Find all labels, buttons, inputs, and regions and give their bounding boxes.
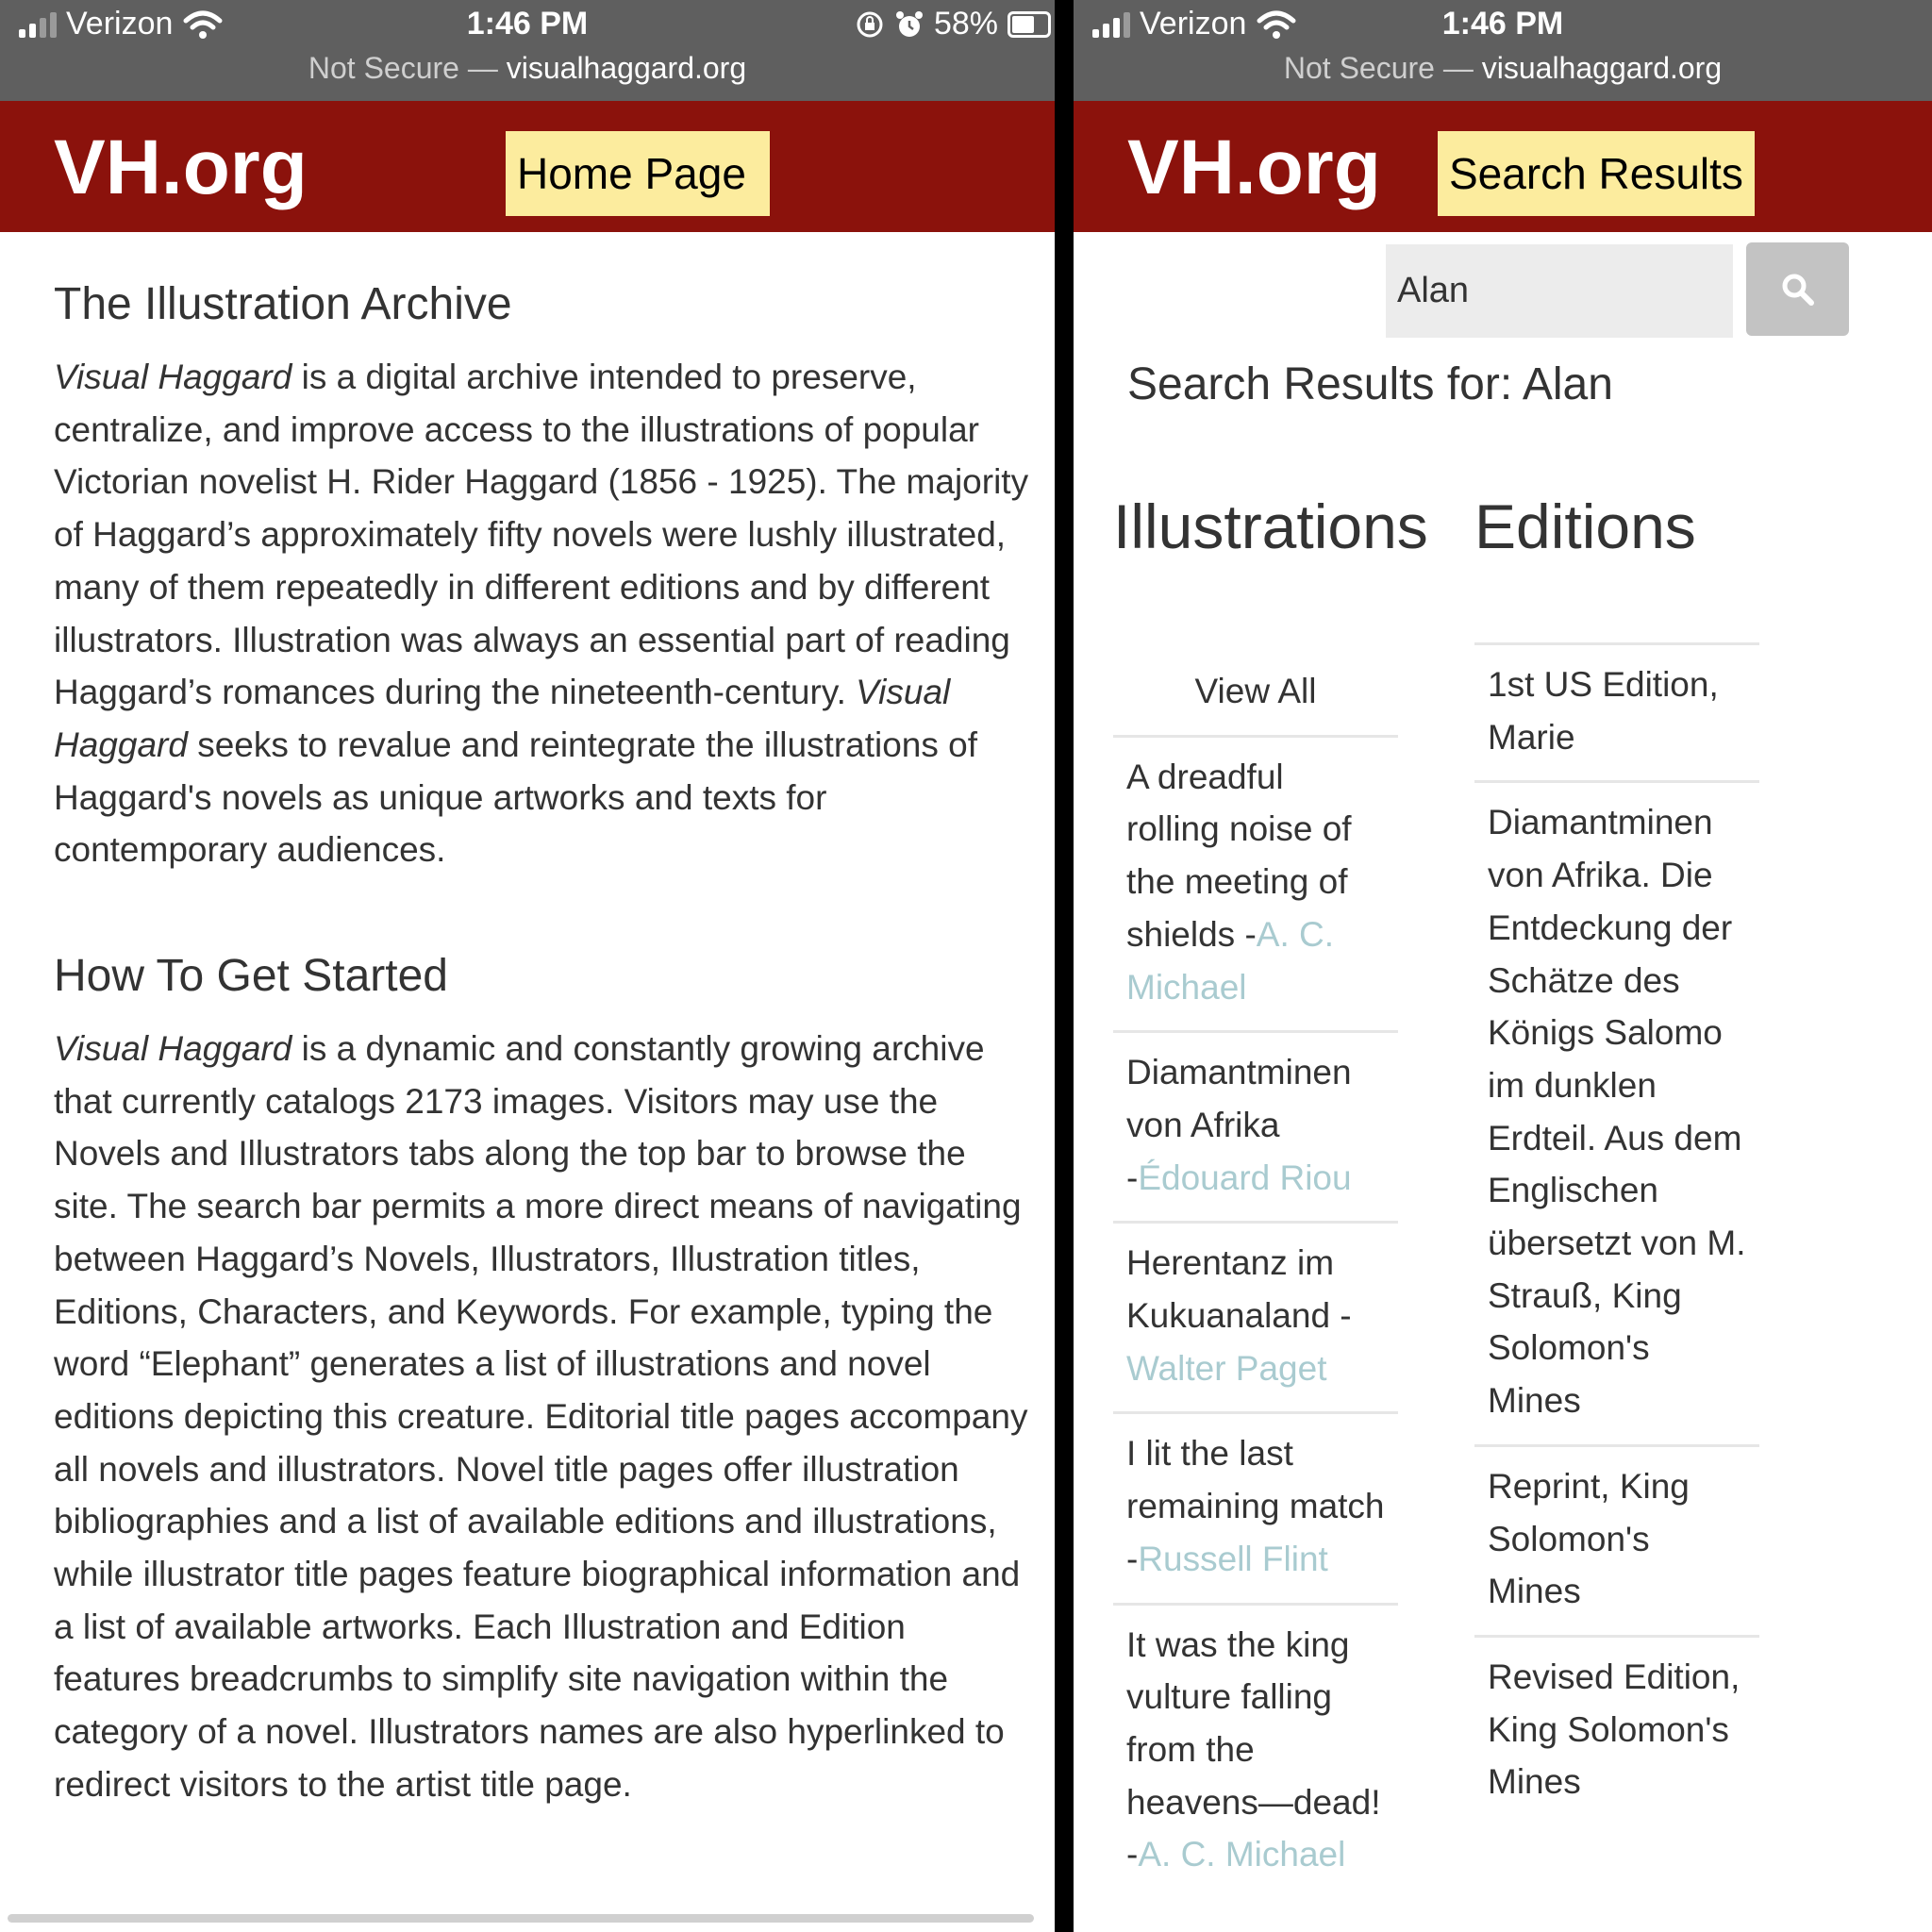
illustration-result[interactable]: Diamantminen von Afrika -Édouard Riou (1113, 1030, 1398, 1221)
illustration-result[interactable]: I lit the last remaining match -Russell … (1113, 1411, 1398, 1602)
site-header: VH.org Search Results (1074, 101, 1932, 232)
right-screen: Verizon 1:46 PM Not Secure — visualhagga… (1074, 0, 1932, 1932)
url-domain: visualhaggard.org (1481, 51, 1723, 85)
not-secure-label: Not Secure — (1283, 51, 1482, 85)
section-title-get-started: How To Get Started (54, 951, 448, 1002)
home-content: The Illustration Archive Visual Haggard … (54, 232, 1036, 1811)
paragraph-text: is a dynamic and constantly growing arch… (54, 1029, 1028, 1804)
illustration-result[interactable]: It was the king vulture falling from the… (1113, 1602, 1398, 1899)
status-bar: Verizon 1:46 PM 58% Not Secure — visualh… (0, 0, 1055, 101)
get-started-paragraph: Visual Haggard is a dynamic and constant… (54, 1023, 1036, 1811)
italic-title: Visual Haggard (54, 1029, 292, 1069)
search-input[interactable] (1386, 244, 1733, 338)
illustrator-link[interactable]: Édouard Riou (1138, 1158, 1351, 1197)
address-bar[interactable]: Not Secure — visualhaggard.org (0, 51, 1055, 86)
view-all-link[interactable]: View All (1113, 652, 1398, 735)
editions-list: 1st US Edition, Marie Diamantminen von Af… (1474, 642, 1759, 1825)
page-label: Search Results (1438, 131, 1755, 216)
alarm-icon (895, 10, 923, 37)
site-logo[interactable]: VH.org (54, 126, 308, 208)
paragraph-text: is a digital archive intended to preserv… (54, 358, 1029, 712)
illustration-title: Herentanz im Kukuanaland - (1126, 1243, 1352, 1336)
paragraph-text: seeks to revalue and reintegrate the ill… (54, 724, 978, 870)
battery-percent: 58% (933, 6, 998, 42)
not-secure-label: Not Secure — (308, 51, 507, 85)
rotation-lock-icon (857, 11, 883, 37)
site-logo[interactable]: VH.org (1127, 126, 1381, 208)
search-icon (1782, 274, 1814, 306)
battery-icon (1008, 10, 1051, 38)
address-bar[interactable]: Not Secure — visualhaggard.org (1074, 51, 1932, 86)
illustrations-list: View All A dreadful rolling noise of the… (1113, 652, 1398, 1898)
illustration-result[interactable]: Herentanz im Kukuanaland - Walter Paget (1113, 1221, 1398, 1411)
italic-title: Visual Haggard (54, 358, 292, 396)
illustration-result[interactable]: A dreadful rolling noise of the meeting … (1113, 734, 1398, 1031)
scroll-indicator[interactable] (8, 1914, 1034, 1923)
edition-result[interactable]: Revised Edition, King Solomon's Mines (1474, 1634, 1759, 1825)
illustrations-heading: Illustrations (1113, 491, 1428, 561)
edition-result[interactable]: Reprint, King Solomon's Mines (1474, 1443, 1759, 1635)
clock: 1:46 PM (1441, 6, 1564, 42)
status-bar: Verizon 1:46 PM Not Secure — visualhagga… (1074, 0, 1932, 101)
search-button[interactable] (1746, 242, 1849, 336)
editions-heading: Editions (1474, 491, 1696, 561)
site-header: VH.org Home Page (0, 101, 1055, 232)
edition-result[interactable]: Diamantminen von Afrika. Die Entdeckung … (1474, 780, 1759, 1443)
results-heading: Search Results for: Alan (1127, 359, 1613, 409)
illustrator-link[interactable]: Russell Flint (1138, 1540, 1328, 1578)
page-label: Home Page (506, 131, 770, 216)
section-title-archive: The Illustration Archive (54, 279, 512, 329)
archive-paragraph: Visual Haggard is a digital archive inte… (54, 351, 1036, 876)
left-screen: Verizon 1:46 PM 58% Not Secure — visualh… (0, 0, 1055, 1932)
illustrator-link[interactable]: A. C. Michael (1138, 1835, 1345, 1874)
edition-result[interactable]: 1st US Edition, Marie (1474, 642, 1759, 780)
illustrator-link[interactable]: Walter Paget (1126, 1349, 1327, 1388)
url-domain: visualhaggard.org (506, 51, 747, 85)
